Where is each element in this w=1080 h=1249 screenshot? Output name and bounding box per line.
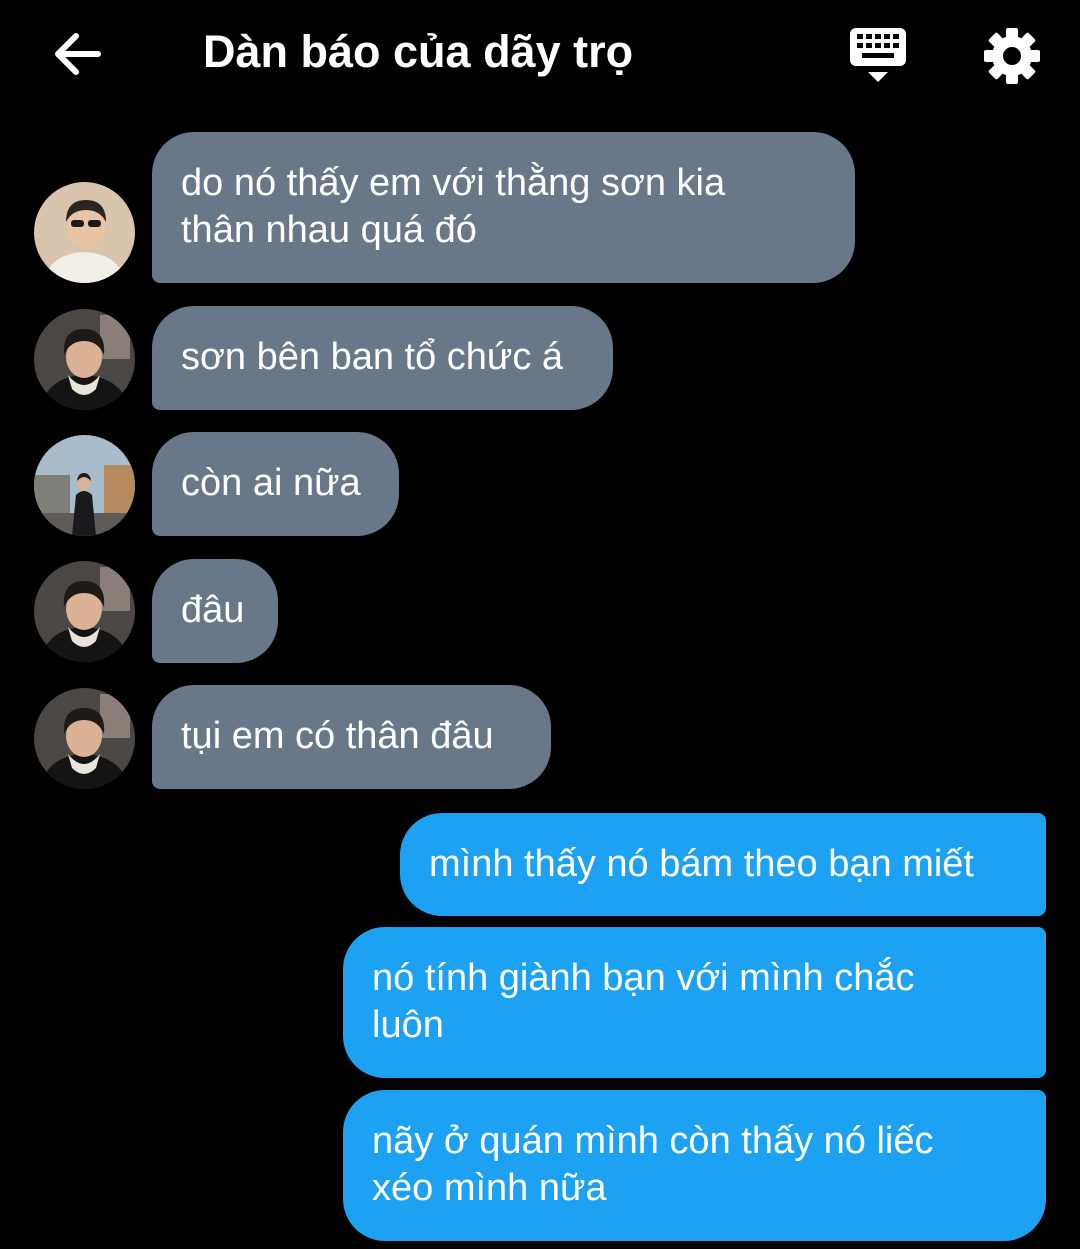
avatar-photo <box>34 688 135 789</box>
gear-icon <box>984 28 1040 84</box>
avatar[interactable] <box>34 182 135 283</box>
keyboard-button[interactable] <box>846 24 910 88</box>
message-bubble-incoming[interactable]: tụi em có thân đâu <box>152 685 551 789</box>
message-bubble-outgoing[interactable]: mình thấy nó bám theo bạn miết <box>400 813 1046 916</box>
chat-header: Dàn báo của dãy trọ <box>0 0 1080 110</box>
avatar-photo <box>34 561 135 662</box>
avatar[interactable] <box>34 309 135 410</box>
keyboard-icon <box>850 28 906 82</box>
message-bubble-incoming[interactable]: sơn bên ban tổ chức á <box>152 306 613 410</box>
settings-button[interactable] <box>980 24 1044 88</box>
avatar-photo <box>34 309 135 410</box>
chat-title: Dàn báo của dãy trọ <box>203 26 634 77</box>
avatar[interactable] <box>34 688 135 789</box>
avatar-photo <box>34 435 135 536</box>
message-bubble-outgoing[interactable]: nãy ở quán mình còn thấy nó liếc xéo mìn… <box>343 1090 1046 1241</box>
avatar-photo <box>34 182 135 283</box>
back-button[interactable] <box>48 24 108 84</box>
message-bubble-incoming[interactable]: đâu <box>152 559 278 663</box>
avatar[interactable] <box>34 561 135 662</box>
message-bubble-incoming[interactable]: do nó thấy em với thằng sơn kia thân nha… <box>152 132 855 283</box>
arrow-left-icon <box>55 33 101 75</box>
message-bubble-outgoing[interactable]: nó tính giành bạn với mình chắc luôn <box>343 927 1046 1078</box>
avatar[interactable] <box>34 435 135 536</box>
message-bubble-incoming[interactable]: còn ai nữa <box>152 432 399 536</box>
